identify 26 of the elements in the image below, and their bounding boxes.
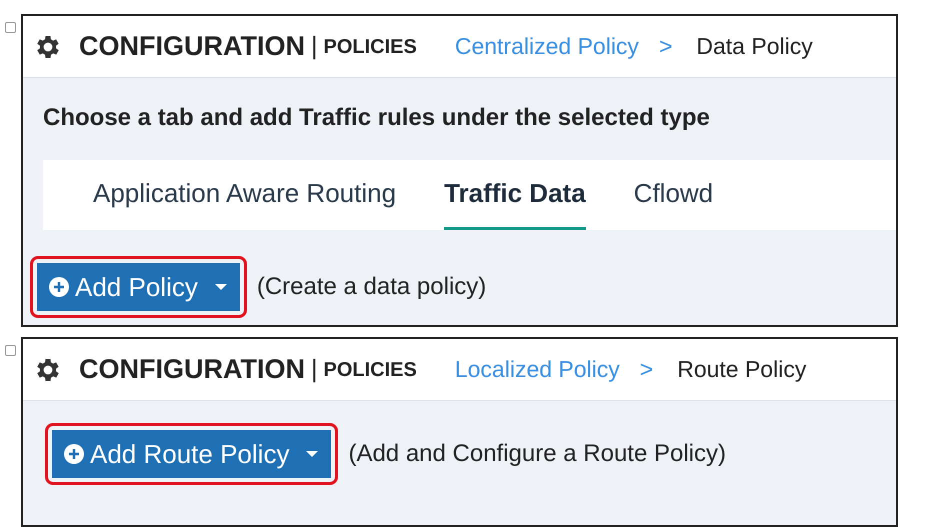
title-divider: | [310, 30, 318, 62]
hint-text: (Create a data policy) [256, 272, 486, 302]
plus-circle-icon [64, 444, 84, 464]
plus-circle-icon [49, 277, 69, 297]
breadcrumb-current: Data Policy [696, 32, 813, 62]
hint-text: (Add and Configure a Route Policy) [348, 439, 726, 469]
checkbox[interactable] [5, 22, 16, 33]
breadcrumb-separator: > [658, 32, 672, 62]
tab[interactable]: Cflowd [634, 160, 714, 230]
breadcrumb-current: Route Policy [677, 355, 806, 384]
breadcrumb-link[interactable]: Localized Policy [454, 352, 620, 387]
add-policy-button[interactable]: Add Policy [37, 263, 240, 311]
instruction-text: Choose a tab and add Traffic rules under the selected type [43, 104, 710, 131]
add-policy-button[interactable]: Add Route Policy [52, 430, 332, 478]
caret-icon [305, 450, 320, 458]
breadcrumb-link[interactable]: Centralized Policy [454, 29, 639, 64]
title-divider: | [310, 354, 318, 385]
page-title: CONFIGURATION [79, 353, 305, 386]
tab[interactable]: Traffic Data [444, 160, 586, 230]
tab[interactable]: Application Aware Routing [93, 160, 396, 230]
section-title: POLICIES [323, 358, 417, 382]
checkbox[interactable] [5, 345, 16, 356]
breadcrumb-separator: > [640, 355, 654, 384]
caret-icon [214, 283, 228, 291]
section-title: POLICIES [323, 34, 417, 60]
page-title: CONFIGURATION [79, 30, 305, 64]
